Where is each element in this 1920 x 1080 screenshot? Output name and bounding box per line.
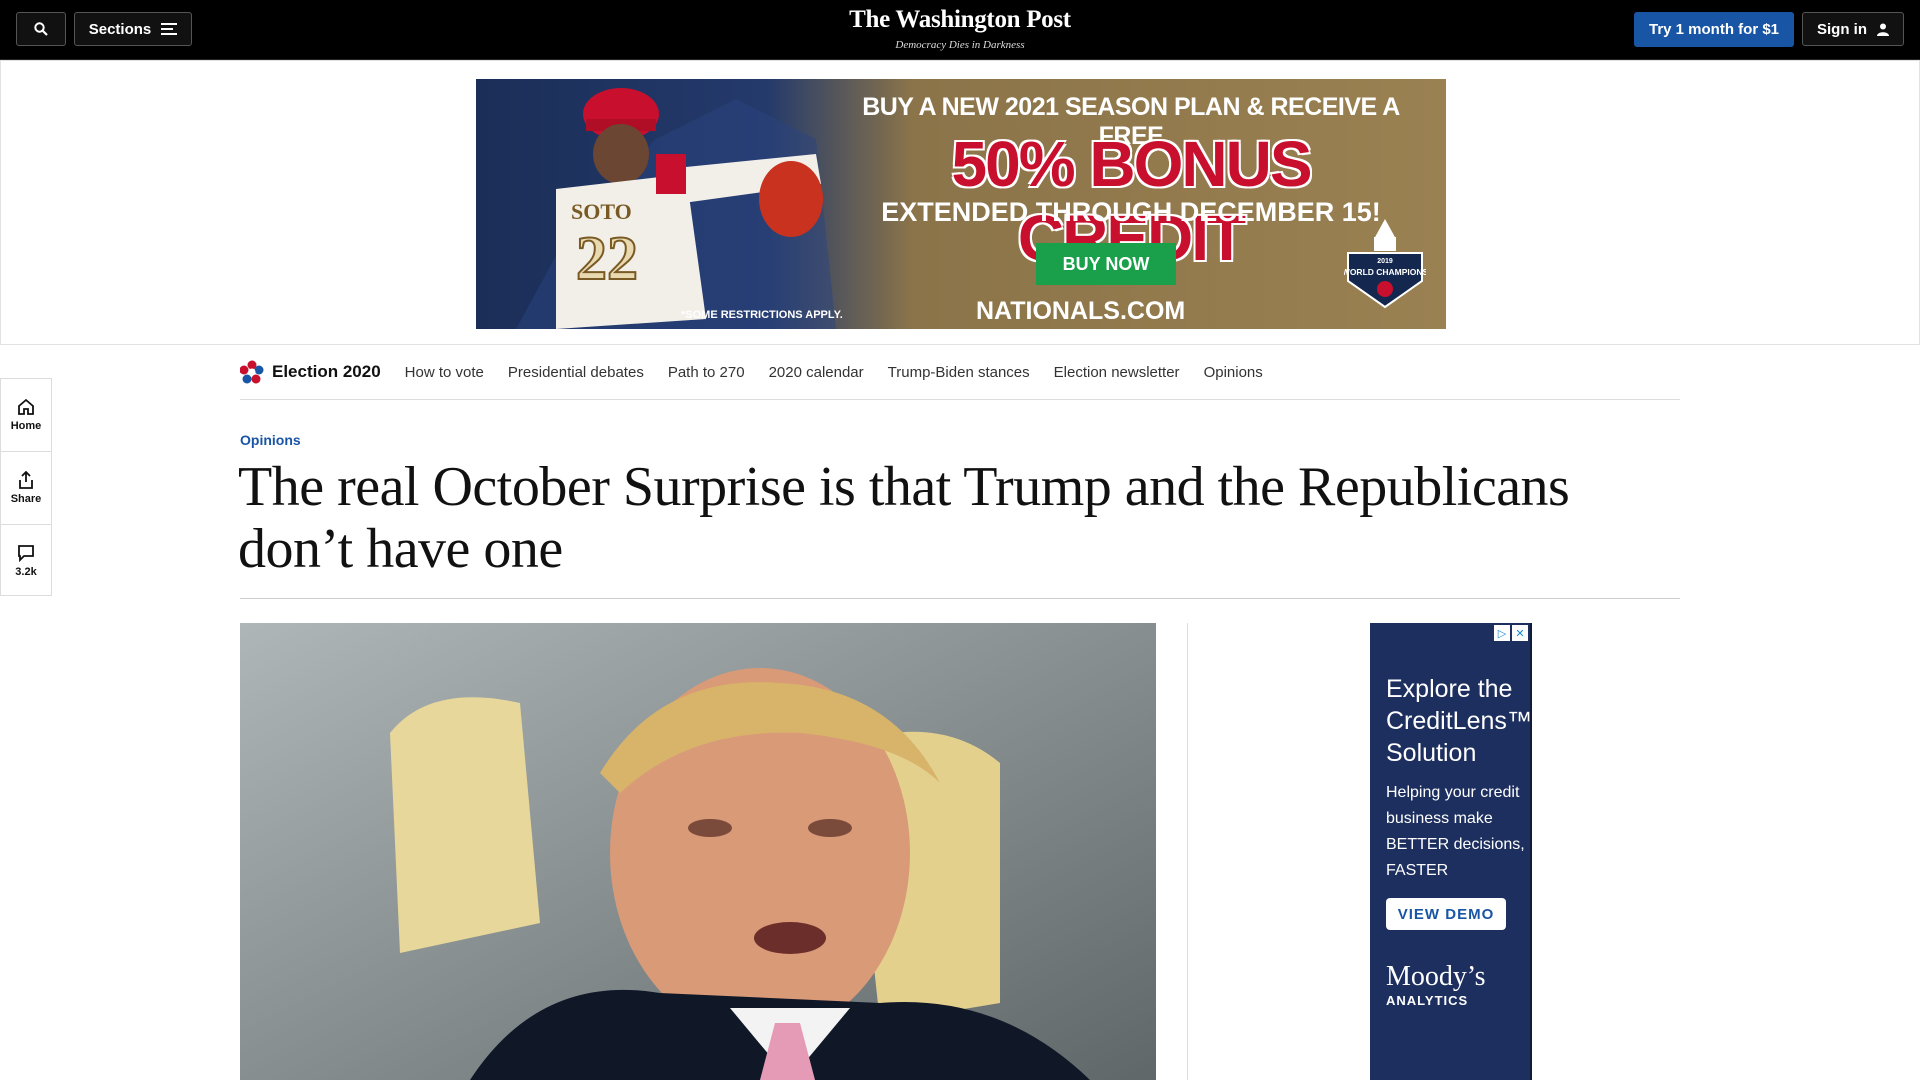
sections-label: Sections [88, 20, 152, 38]
share-icon [19, 471, 33, 489]
election-title: Election 2020 [272, 362, 381, 381]
side-ad-brand: Moody’s [1386, 961, 1486, 992]
badge-year: 2019 [1377, 258, 1393, 265]
home-icon [18, 398, 34, 415]
nav-link-how-to-vote[interactable]: How to vote [405, 364, 484, 381]
ad-buy-now-button[interactable]: BUY NOW [1036, 243, 1176, 285]
ad-deadline: EXTENDED THROUGH DECEMBER 15! [881, 197, 1381, 227]
sections-button[interactable]: Sections [74, 12, 192, 46]
rail-share-label: Share [10, 493, 42, 505]
masthead[interactable]: The Washington Post Democracy Dies in Da… [760, 6, 1160, 51]
election-star-icon [240, 360, 264, 384]
sign-in-button[interactable]: Sign in [1802, 12, 1904, 46]
election-nav: Election 2020 How to vote Presidential d… [240, 345, 1680, 400]
rail-comments-button[interactable]: 3.2k [1, 525, 51, 597]
article-lead-photo[interactable] [240, 623, 1156, 1080]
jersey-number: 22 [576, 225, 638, 293]
side-ad-subtext: Helping your credit business make BETTER… [1386, 784, 1525, 879]
rail-comments-count: 3.2k [15, 566, 37, 578]
article-kicker[interactable]: Opinions [240, 432, 301, 448]
subscribe-button[interactable]: Try 1 month for $1 [1634, 12, 1794, 47]
world-champions-badge: 2019 WORLD CHAMPIONS [1344, 219, 1426, 309]
ad-restrictions: *SOME RESTRICTIONS APPLY. [681, 309, 843, 321]
side-ad-view-demo-button[interactable]: VIEW DEMO [1386, 898, 1506, 930]
rail-home-label: Home [10, 420, 42, 432]
nav-link-election-newsletter[interactable]: Election newsletter [1054, 364, 1180, 381]
ad-domain: NATIONALS.COM [976, 297, 1186, 325]
jersey-name: SOTO [571, 199, 632, 224]
top-ad-container: 22 SOTO BUY A NEW 2021 SEASON PLAN & REC… [0, 60, 1920, 345]
ad-close-icon[interactable]: ✕ [1512, 625, 1528, 641]
menu-icon [161, 23, 178, 35]
badge-text: WORLD CHAMPIONS [1344, 267, 1426, 277]
nav-link-trump-biden-stances[interactable]: Trump-Biden stances [888, 364, 1030, 381]
ad-choices[interactable]: ▷ ✕ [1494, 625, 1528, 641]
side-ad-panel: ▷ ✕ Explore the CreditLens™ Solution Hel… [1370, 623, 1532, 1080]
user-icon [1877, 23, 1889, 36]
search-button[interactable] [16, 12, 66, 46]
comment-icon [18, 545, 34, 562]
article-headline: The real October Surprise is that Trump … [238, 456, 1570, 580]
site-tagline: Democracy Dies in Darkness [895, 39, 1025, 51]
headline-divider [240, 598, 1680, 599]
rail-home-button[interactable]: Home [1, 379, 51, 452]
nav-link-path-to-270[interactable]: Path to 270 [668, 364, 745, 381]
ad-choices-icon[interactable]: ▷ [1494, 625, 1510, 641]
trump-photo-illustration [240, 623, 1156, 1080]
side-ad-brand-sub: ANALYTICS [1386, 993, 1469, 1008]
sign-in-label: Sign in [1817, 20, 1867, 38]
search-icon [34, 22, 48, 36]
nav-link-2020-calendar[interactable]: 2020 calendar [769, 364, 864, 381]
top-nav-bar: Sections The Washington Post Democracy D… [0, 0, 1920, 60]
rail-share-button[interactable]: Share [1, 452, 51, 525]
nav-link-opinions[interactable]: Opinions [1204, 364, 1263, 381]
sticky-side-rail: Home Share 3.2k [0, 378, 52, 596]
baseball-player-image: 22 SOTO [516, 88, 836, 329]
moodys-side-ad[interactable]: ▷ ✕ Explore the CreditLens™ Solution Hel… [1370, 623, 1532, 1080]
side-ad-headline: Explore the CreditLens™ Solution [1386, 675, 1532, 767]
election-brand[interactable]: Election 2020 [240, 360, 381, 384]
nav-link-presidential-debates[interactable]: Presidential debates [508, 364, 644, 381]
site-logo[interactable]: The Washington Post [760, 6, 1160, 34]
nationals-ad-banner[interactable]: 22 SOTO BUY A NEW 2021 SEASON PLAN & REC… [476, 79, 1446, 329]
column-divider [1187, 623, 1188, 1080]
